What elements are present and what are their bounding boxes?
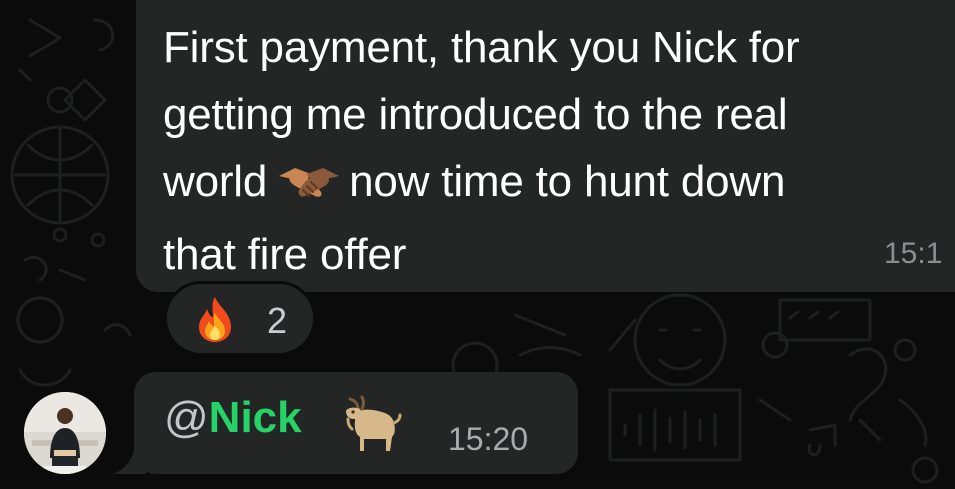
message-line: world now time to hunt down (163, 148, 933, 221)
avatar[interactable] (24, 392, 106, 474)
message-line-segment: world (163, 157, 268, 206)
reaction-badge[interactable]: 2 (164, 281, 316, 356)
message-timestamp: 15:1 (884, 237, 943, 270)
mention-link[interactable]: Nick (209, 393, 302, 442)
reaction-count: 2 (267, 300, 288, 341)
mention-at: @ (164, 393, 209, 442)
fire-icon (193, 295, 237, 348)
message-text: First payment, thank you Nick for gettin… (163, 14, 933, 288)
message-line: that fire offer (163, 230, 407, 279)
message-timestamp: 15:20 (448, 421, 529, 457)
bubble-tail (112, 440, 146, 479)
mention-text: @Nick (164, 393, 302, 443)
goat-icon (342, 395, 402, 458)
message-line-segment: now time to hunt down (349, 157, 786, 206)
message-line: getting me introduced to the real (163, 90, 788, 139)
message-line: First payment, thank you Nick for (163, 23, 800, 72)
handshake-icon (277, 154, 341, 221)
